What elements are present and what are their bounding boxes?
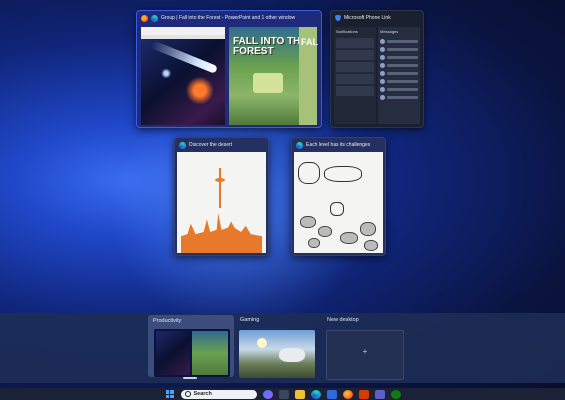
search-box[interactable]: Search: [180, 389, 257, 399]
notification-card: [336, 74, 374, 84]
forest-side-slide: FAL: [299, 27, 318, 125]
notification-card: [336, 50, 374, 60]
message-item: [380, 39, 418, 44]
browser-toolbar: [141, 27, 225, 35]
add-icon: +: [362, 347, 368, 356]
rock-drawing: [360, 222, 376, 236]
message-item: [380, 79, 418, 84]
window-titlebar: Microsoft Phone Link: [331, 11, 423, 25]
taskbar: Search: [0, 388, 565, 400]
message-item: [380, 55, 418, 60]
desktop-preview: [239, 330, 315, 378]
notifications-header: Notifications: [336, 29, 358, 34]
messages-pane: Messages: [378, 27, 420, 124]
edge-icon: [151, 14, 158, 22]
preview-browser: [156, 331, 190, 375]
copilot-icon[interactable]: [262, 389, 273, 399]
preview-powerpoint: [192, 331, 228, 375]
ghost-shape: [279, 348, 305, 362]
desktop-label: New desktop: [327, 317, 359, 323]
forest-slide: FALL INTO THE FOREST FAL: [229, 27, 318, 125]
desktop-label: Gaming: [240, 317, 260, 323]
messages-header: Messages: [380, 29, 399, 34]
message-item: [380, 47, 418, 52]
file-explorer-icon[interactable]: [294, 389, 305, 399]
edge-icon[interactable]: [310, 389, 321, 399]
desktop-preview: +: [326, 330, 404, 380]
search-icon: [184, 391, 191, 397]
xbox-icon[interactable]: [390, 389, 401, 399]
desktop-productivity[interactable]: Productivity: [148, 315, 234, 377]
rock-drawing: [308, 238, 320, 248]
rock-drawing: [300, 216, 316, 228]
window-thumbnail-phone-link[interactable]: Microsoft Phone Link Notifications Messa…: [330, 10, 424, 128]
ship-drawing: [324, 166, 362, 182]
level-sketch: [294, 152, 383, 253]
task-view-icon[interactable]: [278, 389, 289, 399]
window-titlebar: Group | Fall into the Forest - PowerPoin…: [137, 11, 321, 25]
window-title: Discover the desert: [189, 142, 233, 148]
tower-drawing: [219, 168, 221, 208]
notification-card: [336, 38, 374, 48]
window-title: Group | Fall into the Forest - PowerPoin…: [161, 15, 296, 21]
phone-link-icon: [335, 14, 341, 22]
message-item: [380, 87, 418, 92]
new-desktop-button[interactable]: New desktop +: [323, 317, 404, 380]
rock-drawing: [340, 232, 358, 244]
notifications-pane: Notifications: [334, 27, 376, 124]
window-titlebar: Each level has its challenges: [292, 138, 385, 152]
firefox-icon[interactable]: [342, 389, 353, 399]
edge-icon: [179, 141, 186, 149]
desktop-label: Productivity: [153, 318, 182, 324]
rock-drawing: [318, 226, 332, 237]
forest-art: [253, 73, 283, 93]
tower-top-drawing: [215, 178, 225, 182]
desert-sketch: [177, 152, 266, 253]
active-desktop-indicator: [183, 377, 197, 379]
window-titlebar: Discover the desert: [175, 138, 268, 152]
forest-side-text: FAL: [301, 37, 318, 47]
message-item: [380, 63, 418, 68]
window-title: Each level has its challenges: [306, 142, 371, 148]
sun-shape: [257, 338, 267, 348]
store-icon[interactable]: [326, 389, 337, 399]
notification-card: [336, 86, 374, 96]
desktop-gaming[interactable]: Gaming: [236, 317, 316, 378]
message-item: [380, 71, 418, 76]
message-item: [380, 95, 418, 100]
city-drawing: [181, 213, 262, 253]
window-thumbnail-challenges[interactable]: Each level has its challenges: [291, 137, 386, 256]
moon-drawing: [330, 202, 344, 216]
virtual-desktops-bar: Productivity Gaming New desktop +: [0, 313, 565, 383]
start-icon[interactable]: [165, 390, 175, 399]
notification-card: [336, 62, 374, 72]
window-title: Microsoft Phone Link: [344, 15, 391, 21]
swirl-drawing: [298, 162, 320, 184]
office-icon[interactable]: [358, 389, 369, 399]
firefox-icon: [141, 14, 148, 22]
window-thumbnail-desert[interactable]: Discover the desert: [174, 137, 269, 256]
desktop-preview: [154, 329, 230, 377]
powerpoint-preview: FALL INTO THE FOREST FAL: [229, 27, 318, 125]
edge-icon: [296, 141, 303, 149]
search-label: Search: [193, 391, 212, 397]
window-thumbnail-powerpoint[interactable]: Group | Fall into the Forest - PowerPoin…: [136, 10, 322, 128]
rock-drawing: [364, 240, 378, 251]
teams-icon[interactable]: [374, 389, 385, 399]
browser-preview: [141, 27, 225, 125]
